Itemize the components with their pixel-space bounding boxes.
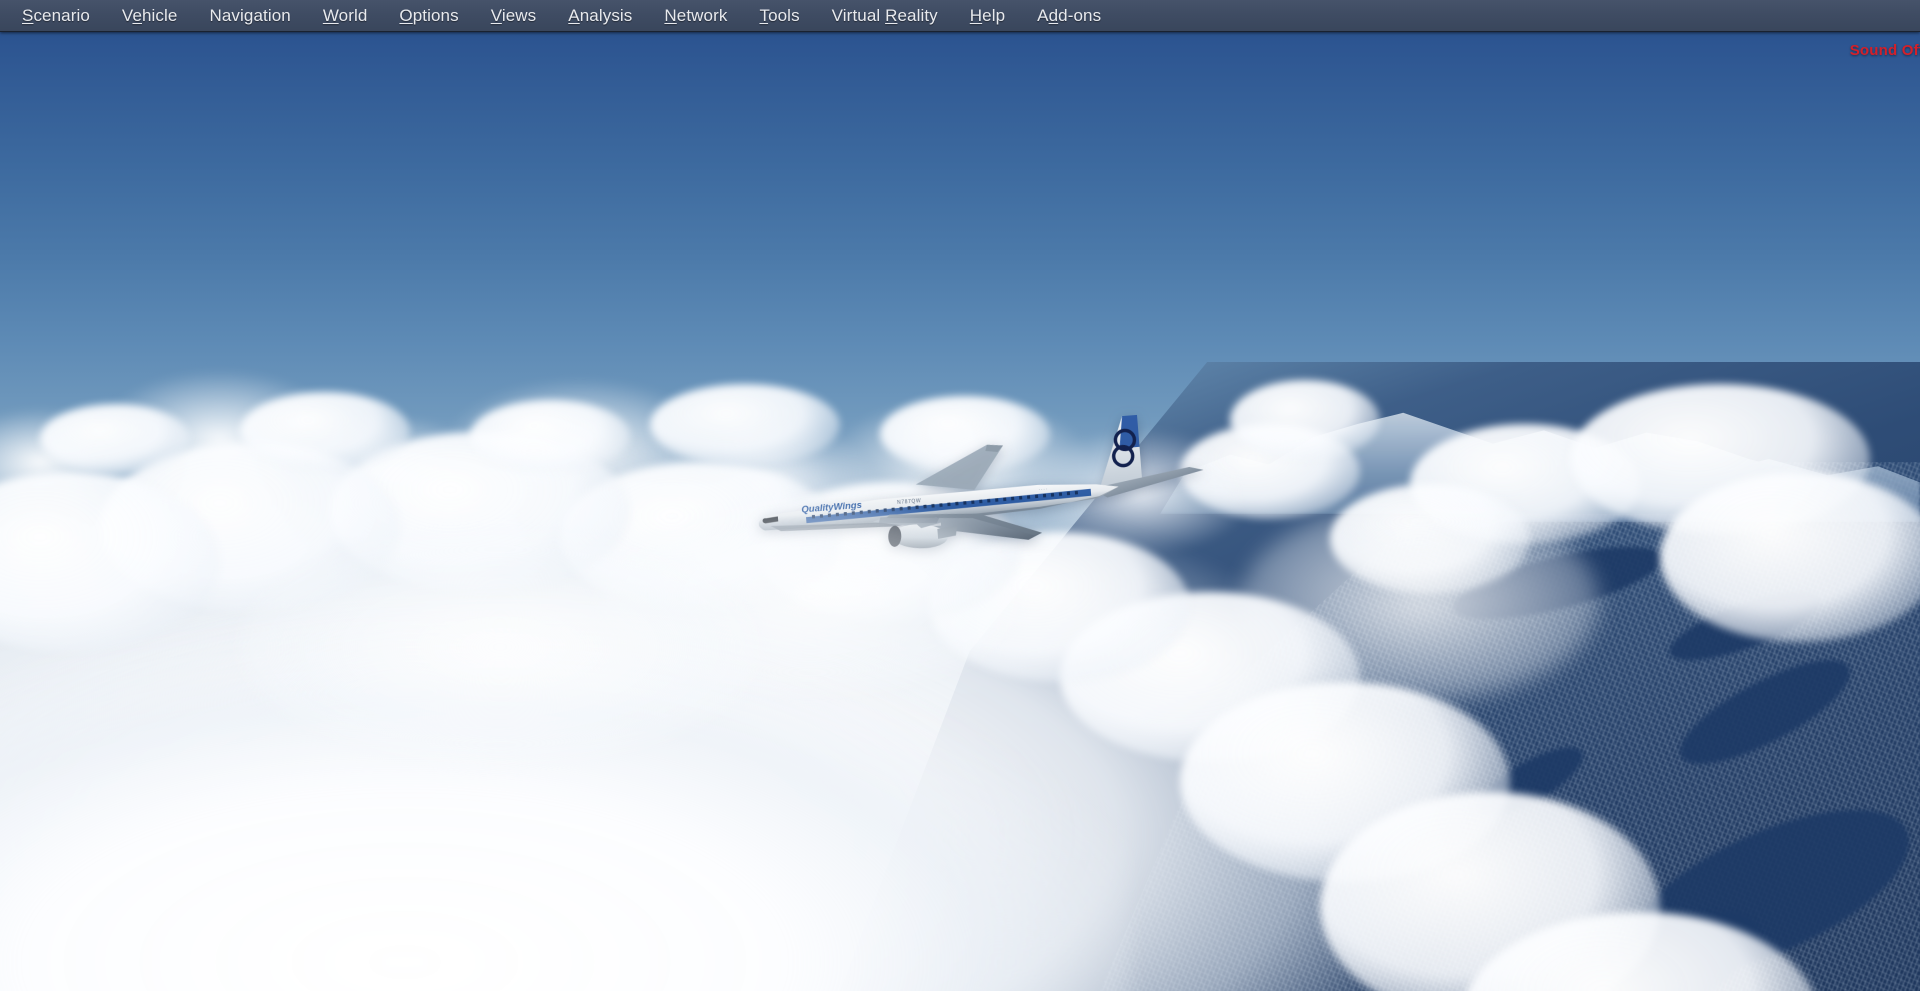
fuselage-rear-markings: · · · · bbox=[1038, 486, 1047, 492]
menu-accel-add-ons: d bbox=[1048, 5, 1059, 25]
menu-accel-views: V bbox=[490, 5, 502, 25]
menu-item-virtual-reality[interactable]: Virtual Reality bbox=[816, 1, 954, 31]
menu-label-virtual-reality-post: eality bbox=[897, 5, 938, 25]
menu-label-navigation-pre: Navi bbox=[209, 5, 244, 25]
menu-label-vehicle-post: hicle bbox=[142, 5, 178, 25]
menu-accel-vehicle: e bbox=[132, 5, 142, 25]
menu-label-network-post: etwork bbox=[676, 5, 728, 25]
menu-item-vehicle[interactable]: Vehicle bbox=[106, 1, 194, 31]
menu-label-virtual-reality-pre: Virtual bbox=[831, 5, 886, 25]
menu-label-views-post: iews bbox=[501, 5, 537, 25]
main-menu-bar[interactable]: Scenario Vehicle Navigation World Option… bbox=[0, 0, 1920, 32]
menu-accel-analysis: A bbox=[568, 5, 580, 25]
cloud-deck-foreground bbox=[0, 491, 1130, 991]
menu-label-navigation-post: ation bbox=[253, 5, 291, 25]
menu-label-world-post: orld bbox=[338, 5, 368, 25]
menu-label-options-post: ptions bbox=[412, 5, 459, 25]
menu-item-help[interactable]: Help bbox=[954, 1, 1021, 31]
menu-label-vehicle-pre: V bbox=[121, 5, 133, 25]
menu-accel-world: W bbox=[322, 5, 339, 25]
menu-accel-scenario: S bbox=[22, 5, 34, 25]
menu-label-analysis-post: nalysis bbox=[579, 5, 633, 25]
menu-item-scenario[interactable]: Scenario bbox=[6, 1, 106, 31]
menu-label-scenario-post: cenario bbox=[33, 5, 90, 25]
menu-items-container: Scenario Vehicle Navigation World Option… bbox=[0, 1, 1117, 31]
simulator-world-view[interactable]: QualityWings N787QW · · · · Sound Off bbox=[0, 32, 1920, 991]
menu-item-world[interactable]: World bbox=[307, 1, 384, 31]
menu-label-tools-post: ools bbox=[768, 5, 800, 25]
menu-accel-tools: T bbox=[759, 5, 769, 25]
menu-accel-network: N bbox=[664, 5, 677, 25]
menu-item-views[interactable]: Views bbox=[475, 1, 553, 31]
menu-label-add-ons-post: d-ons bbox=[1058, 5, 1102, 25]
menu-accel-options: O bbox=[399, 5, 413, 25]
menu-accel-help: H bbox=[969, 5, 983, 25]
menu-item-add-ons[interactable]: Add-ons bbox=[1021, 1, 1117, 31]
menu-item-options[interactable]: Options bbox=[383, 1, 474, 31]
menu-item-navigation[interactable]: Navigation bbox=[193, 1, 306, 31]
menu-item-tools[interactable]: Tools bbox=[743, 1, 815, 31]
menu-accel-virtual-reality: R bbox=[885, 5, 898, 25]
menu-item-network[interactable]: Network bbox=[648, 1, 743, 31]
menu-item-analysis[interactable]: Analysis bbox=[552, 1, 648, 31]
menu-label-help-post: elp bbox=[982, 5, 1006, 25]
menu-label-add-ons-pre: A bbox=[1037, 5, 1049, 25]
sound-status-indicator: Sound Off bbox=[1849, 42, 1920, 59]
